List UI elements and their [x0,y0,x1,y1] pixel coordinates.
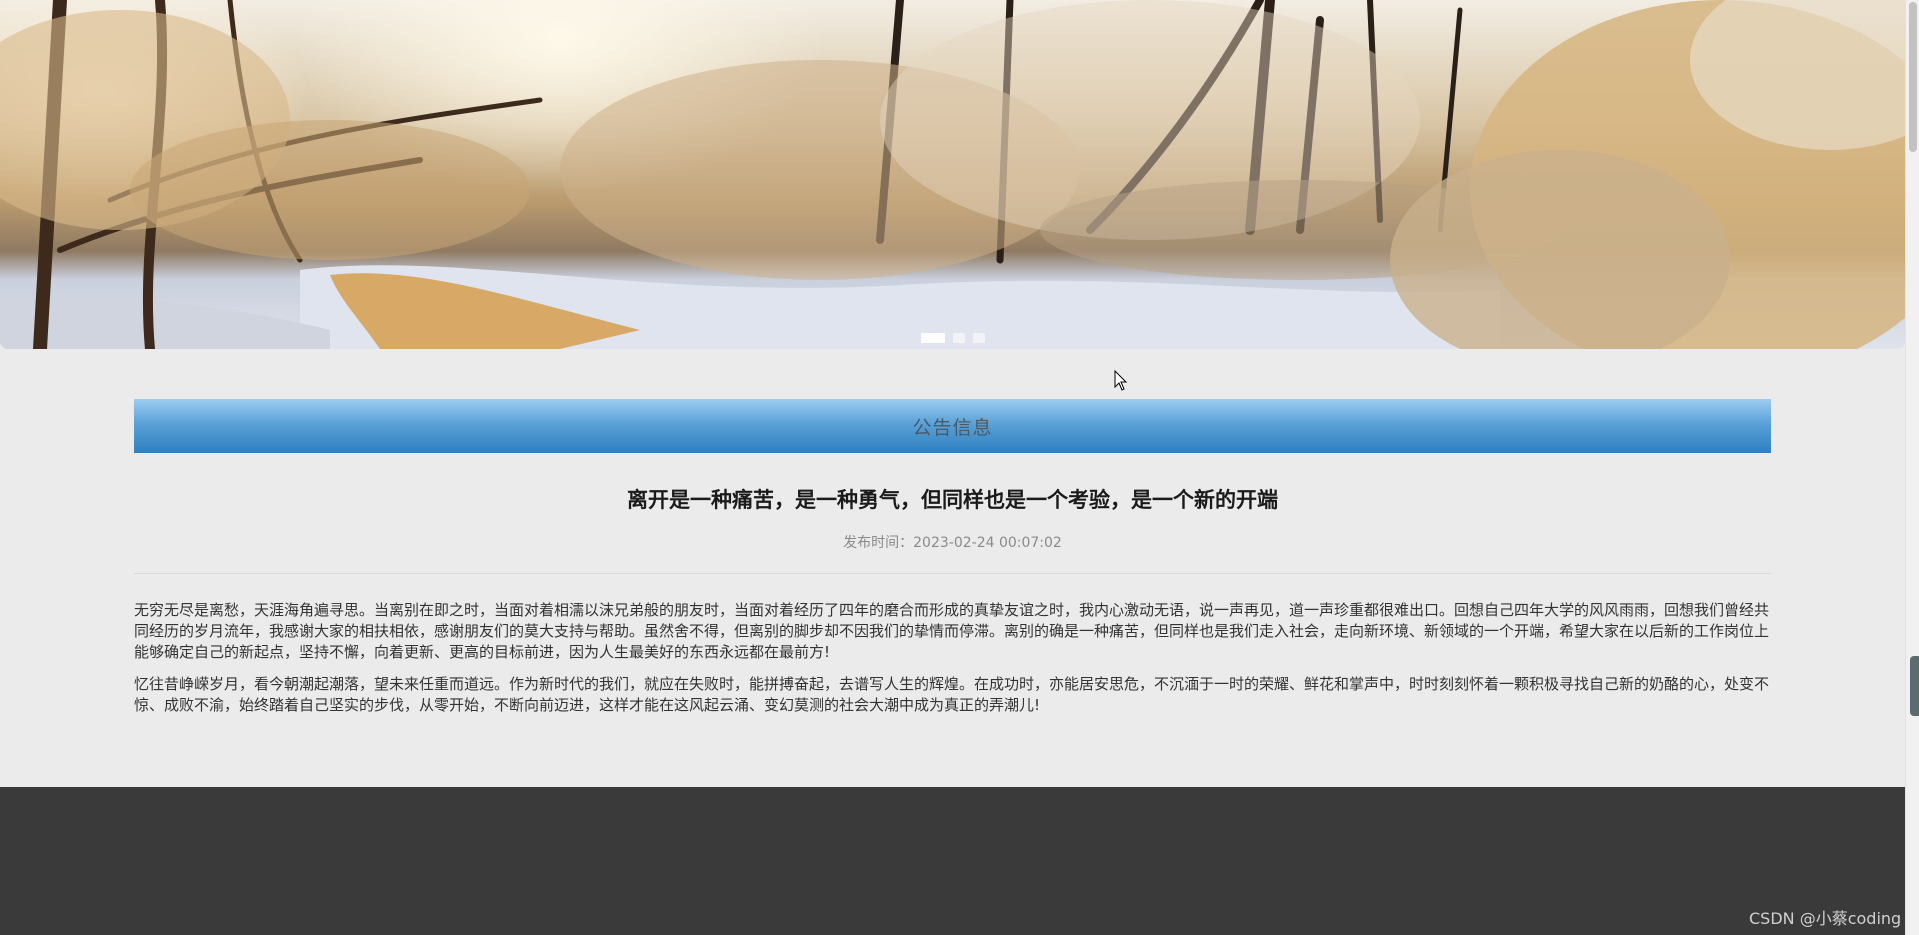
publish-time-value: 2023-02-24 00:07:02 [913,535,1062,551]
carousel-indicators [921,333,985,343]
article-paragraph: 无穷无尽是离愁，天涯海角遍寻思。当离别在即之时，当面对着相濡以沫兄弟般的朋友时，… [134,601,1770,661]
winter-forest-image [0,0,1905,349]
carousel-dot-1[interactable] [921,333,945,343]
publish-time-label: 发布时间： [843,535,914,551]
carousel-dot-3[interactable] [973,333,985,343]
notice-section-header: 公告信息 [134,399,1771,453]
article-body: 无穷无尽是离愁，天涯海角遍寻思。当离别在即之时，当面对着相濡以沫兄弟般的朋友时，… [134,600,1771,727]
page-footer [0,787,1905,935]
csdn-watermark: CSDN @小蔡coding [1749,909,1902,928]
notice-header-label: 公告信息 [912,416,993,439]
article-title: 离开是一种痛苦，是一种勇气，但同样也是一个考验，是一个新的开端 [627,488,1278,512]
scrollbar-thumb[interactable] [1909,2,1917,152]
vertical-scrollbar[interactable] [1905,0,1919,935]
article-paragraph: 忆往昔峥嵘岁月，看今朝潮起潮落，望未来任重而道远。作为新时代的我们，就应在失败时… [134,675,1770,714]
divider [134,573,1771,574]
side-panel-handle[interactable] [1910,656,1919,716]
page: 公告信息 离开是一种痛苦，是一种勇气，但同样也是一个考验，是一个新的开端 发布时… [0,0,1919,935]
publish-meta: 发布时间：2023-02-24 00:07:02 [134,532,1771,552]
carousel-dot-2[interactable] [953,333,965,343]
mouse-cursor-icon [1114,370,1128,391]
hero-banner-carousel[interactable] [0,0,1905,349]
